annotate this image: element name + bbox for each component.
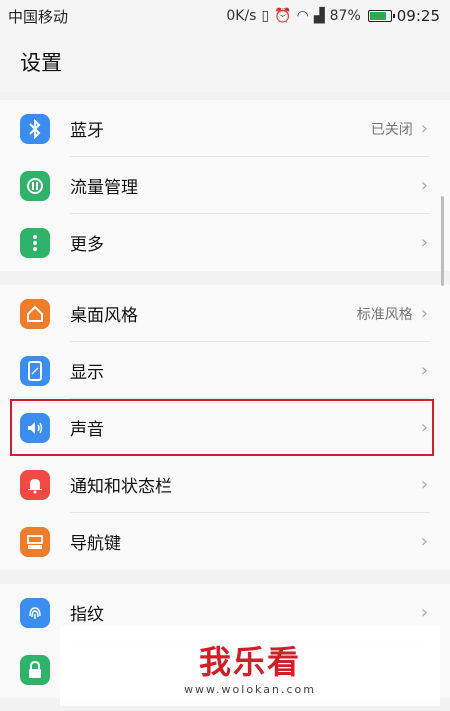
clock: 09:25	[396, 7, 440, 25]
settings-item-nav-keys[interactable]: 导航键 ›	[0, 513, 450, 570]
battery-icon	[367, 10, 395, 22]
scrollbar[interactable]	[441, 196, 444, 286]
settings-item-data-usage[interactable]: 流量管理 ›	[0, 157, 450, 214]
chevron-right-icon: ›	[420, 360, 428, 381]
sound-icon	[20, 412, 50, 443]
status-bar: 中国移动 0K/s ▯ ⏰ ◠ ▟ 87% 09:25	[0, 0, 450, 32]
bluetooth-status: 已关闭	[370, 121, 413, 138]
battery-percent: 87%	[329, 8, 361, 24]
home-style-icon	[20, 298, 50, 329]
lock-icon	[20, 654, 50, 685]
display-icon	[20, 355, 50, 386]
data-usage-icon	[20, 170, 50, 201]
bluetooth-icon	[20, 113, 50, 144]
settings-group-display: 桌面风格 标准风格 › 显示 › 声音 › 通知和状态栏 › 导航键 ›	[0, 285, 450, 570]
chevron-right-icon: ›	[420, 232, 428, 253]
settings-item-notifications[interactable]: 通知和状态栏 ›	[0, 456, 450, 513]
home-style-value: 标准风格	[356, 306, 413, 323]
nav-keys-label: 导航键	[70, 534, 121, 554]
chevron-right-icon: ›	[420, 118, 428, 139]
display-label: 显示	[70, 363, 104, 383]
fingerprint-icon	[20, 597, 50, 628]
settings-item-sound[interactable]: 声音 ›	[10, 399, 434, 456]
settings-item-bluetooth[interactable]: 蓝牙 已关闭 ›	[0, 100, 450, 157]
network-speed: 0K/s	[226, 8, 257, 24]
data-usage-label: 流量管理	[70, 178, 138, 198]
bluetooth-label: 蓝牙	[70, 121, 104, 141]
status-icons: 0K/s ▯ ⏰ ◠ ▟ 87% 09:25	[226, 7, 440, 25]
nav-key-icon	[20, 526, 50, 557]
chevron-right-icon: ›	[420, 602, 428, 623]
sound-label: 声音	[70, 420, 104, 440]
watermark-logo: 我乐看 www.wolokan.com	[60, 626, 440, 706]
fingerprint-label: 指纹	[70, 605, 104, 625]
notification-icon	[20, 469, 50, 500]
more-label: 更多	[70, 235, 104, 255]
home-style-label: 桌面风格	[70, 306, 138, 326]
chevron-right-icon: ›	[420, 531, 428, 552]
page-title: 设置	[0, 32, 450, 92]
notifications-label: 通知和状态栏	[70, 477, 172, 497]
watermark-url: www.wolokan.com	[184, 682, 316, 696]
settings-item-more[interactable]: 更多 ›	[0, 214, 450, 271]
more-icon	[20, 227, 50, 258]
watermark-title: 我乐看	[198, 642, 301, 681]
cell-signal-icon: ▟	[313, 8, 325, 24]
chevron-right-icon: ›	[420, 474, 428, 495]
chevron-right-icon: ›	[420, 175, 428, 196]
wifi-icon: ◠	[296, 8, 309, 24]
settings-item-home-style[interactable]: 桌面风格 标准风格 ›	[0, 285, 450, 342]
chevron-right-icon: ›	[420, 417, 428, 438]
alarm-icon: ⏰	[274, 8, 292, 24]
settings-group-connectivity: 蓝牙 已关闭 › 流量管理 › 更多 ›	[0, 100, 450, 271]
vibrate-icon: ▯	[261, 8, 270, 24]
settings-item-display[interactable]: 显示 ›	[0, 342, 450, 399]
carrier-name: 中国移动	[8, 7, 69, 26]
chevron-right-icon: ›	[420, 303, 428, 324]
